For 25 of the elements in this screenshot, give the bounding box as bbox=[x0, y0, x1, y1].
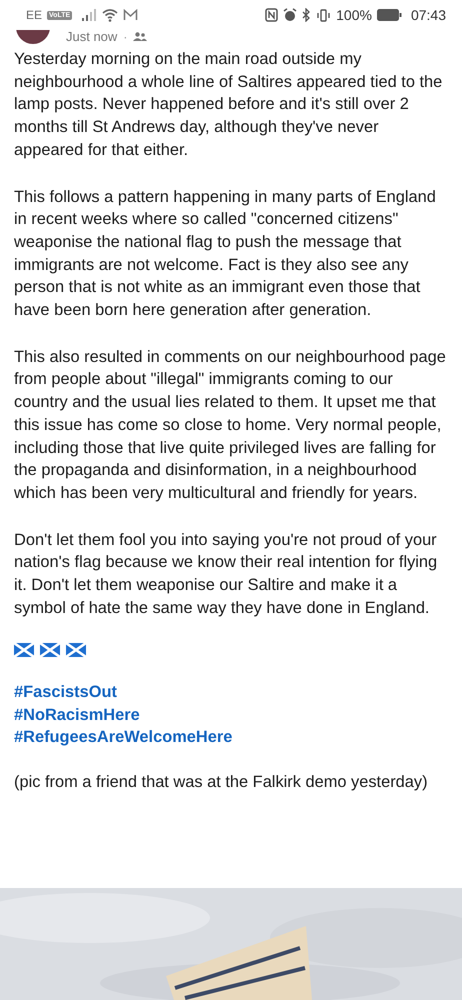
post-paragraph: This also resulted in comments on our neighbourhood page from people about "illegal" immigrants coming to our country and the usual lies related to them. It upset me that this issue has come so close to home. Very normal people, including those that live quite privileged lives are falling for the propaganda and disinformation, in a neighbourhood which has been very multicultural and friendly for years. bbox=[14, 346, 447, 504]
post-time: Just now bbox=[66, 30, 118, 44]
post-paragraph: Don't let them fool you into saying you're not proud of your nation's flag because we know their real intention for flying it. Don't let them weaponise our Saltire and make it a symbol of hate the same way they have done in England. bbox=[14, 530, 438, 619]
signal-icon bbox=[81, 9, 98, 21]
post-paragraph: Yesterday morning on the main road outside my neighbourhood a whole line of Saltires appeared tied to the lamp posts. Never happened before and it's still over 2 months till St Andrews day, although they've never appeared for that either. bbox=[14, 49, 444, 161]
nfc-icon bbox=[265, 8, 278, 22]
photo-caption: (pic from a friend that was at the Falkirk demo yesterday) bbox=[14, 772, 429, 793]
hashtag-link[interactable]: #NoRacismHere bbox=[14, 704, 140, 726]
clock-time: 07:43 bbox=[410, 7, 446, 23]
battery-percent: 100% bbox=[336, 7, 372, 23]
vibrate-icon bbox=[316, 8, 332, 22]
hashtag-link[interactable]: #FascistsOut bbox=[14, 681, 117, 704]
alarm-icon bbox=[283, 8, 298, 22]
separator-dot: · bbox=[123, 30, 128, 44]
post-paragraph: This follows a pattern happening in many parts of England in recent weeks where so called "concerned citizens" weaponise the national flag to push the message that immigrants are not welcome. Fact is they also see any person that is not white as an immigrant even those that have been born here generation after generation. bbox=[14, 186, 437, 322]
hashtag-link[interactable]: #RefugeesAreWelcomeHere bbox=[14, 726, 232, 749]
flag-icon bbox=[14, 643, 34, 658]
flag-icon bbox=[66, 643, 86, 658]
carrier-label: EE bbox=[26, 8, 42, 22]
bluetooth-icon bbox=[302, 8, 312, 22]
mail-icon bbox=[123, 9, 138, 21]
flag-icon bbox=[40, 643, 60, 658]
friends-icon bbox=[133, 32, 148, 41]
battery-icon bbox=[376, 9, 402, 21]
wifi-icon bbox=[102, 8, 118, 22]
